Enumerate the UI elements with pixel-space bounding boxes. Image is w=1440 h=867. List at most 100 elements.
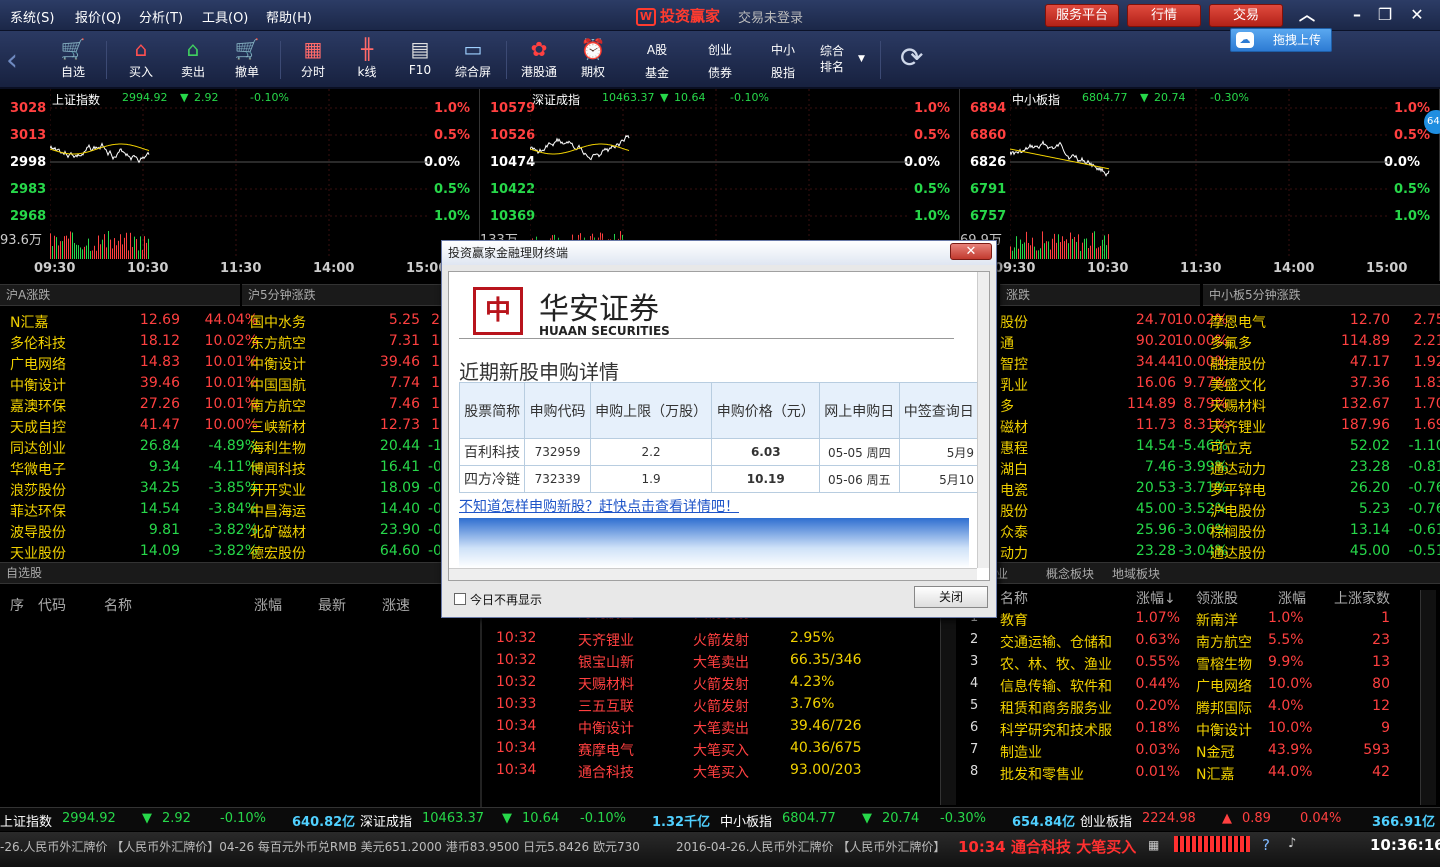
alert-row[interactable]: 10:34 通合科技 大笔买入 93.00/203 [496, 762, 936, 783]
list-item[interactable]: 通 90.20 10.00% [1000, 333, 1230, 354]
list-item[interactable]: 通达股份45.00-0.51% [1210, 543, 1440, 564]
ipo-help-link[interactable]: 不知道怎样申购新股？赶快点击查看详情吧！ [459, 496, 739, 516]
toolbar-composite[interactable]: ▭ 综合屏 [446, 37, 500, 85]
toolbar-ashare-fund[interactable]: A股 基金 [630, 39, 684, 85]
toolbar-cancel-order[interactable]: 🛒 撤单 [220, 37, 274, 85]
toolbar-intraday[interactable]: ▦ 分时 [286, 37, 340, 85]
minimize-icon[interactable]: – [1345, 4, 1369, 26]
list-item[interactable]: 摩恩电气12.702.75% [1210, 312, 1440, 333]
latest-alert[interactable]: 10:34 通合科技 大笔买入 [958, 836, 1136, 857]
toolbar-sme-index[interactable]: 中小 股指 [756, 39, 810, 85]
close-button[interactable]: 关闭 [914, 586, 988, 608]
index-panel-0[interactable]: 上证指数 2994.92 ▼ 2.92 -0.10% 3028 3013 2998 2983 29… [0, 89, 480, 281]
toolbar-sell[interactable]: ⌂ 卖出 [166, 37, 220, 85]
list-header-sh-a[interactable]: 沪A涨跌 [0, 284, 240, 306]
list-item[interactable]: 菲达环保 14.54 -3.84% [10, 501, 258, 522]
list-item[interactable]: 动力 23.28 -3.04% [1000, 543, 1230, 564]
list-item[interactable]: 智控 34.44 10.00% [1000, 354, 1230, 375]
sector-col-header[interactable]: 上涨家数 [1334, 588, 1390, 608]
list-item[interactable]: 多 114.89 8.79% [1000, 396, 1230, 417]
toolbar-options[interactable]: ⏰ 期权 [566, 37, 620, 85]
watchlist-header[interactable]: 自选股 [0, 562, 480, 584]
list-item[interactable]: 嘉澳环保 27.26 10.01% [10, 396, 258, 417]
list-item[interactable]: 波导股份 9.81 -3.82% [10, 522, 258, 543]
list-item[interactable]: 广电网络 14.83 10.01% [10, 354, 258, 375]
menu-help[interactable]: 帮助(H) [266, 7, 312, 26]
index-panel-2[interactable]: 中小板指 6804.77 ▼ 20.74 -0.30% 6894 6860 6826 6791 6… [960, 89, 1440, 281]
watch-col-header[interactable]: 最新 [318, 595, 346, 615]
watch-col-header[interactable]: 名称 [104, 595, 132, 615]
toolbar-hk-connect[interactable]: ✿ 港股通 [512, 37, 566, 85]
alerts-scrollbar[interactable] [940, 590, 956, 805]
list-item[interactable]: 电瓷 20.53 -3.71% [1000, 480, 1230, 501]
alert-row[interactable]: 10:32 天齐锂业 火箭发射 2.95% [496, 630, 936, 651]
list-item[interactable]: 众泰 25.96 -3.06% [1000, 522, 1230, 543]
list-item[interactable]: 罗平锌电26.20-0.76% [1210, 480, 1440, 501]
watch-col-header[interactable]: 涨幅 [254, 595, 282, 615]
sector-row[interactable]: 4 信息传输、软件和 0.44% 广电网络 10.0% 80 [970, 676, 1420, 697]
alert-row[interactable]: 10:32 银宝山新 大笔卖出 66.35/346 [496, 652, 936, 673]
list-item[interactable]: 天成自控 41.47 10.00% [10, 417, 258, 438]
sector-row[interactable]: 7 制造业 0.03% N金冠 43.9% 593 [970, 742, 1420, 763]
list-item[interactable]: 沪电股份5.23-0.76% [1210, 501, 1440, 522]
list-item[interactable]: 天齐锂业187.961.69% [1210, 417, 1440, 438]
sector-row[interactable]: 2 交通运输、仓储和 0.63% 南方航空 5.5% 23 [970, 632, 1420, 653]
watch-col-header[interactable]: 序 [10, 595, 24, 615]
sector-scrollbar[interactable] [1420, 590, 1436, 805]
help-icon[interactable]: ? [1262, 836, 1270, 854]
toolbar-watchlist[interactable]: 🛒 自选 [46, 37, 100, 85]
list-item[interactable]: 华微电子 9.34 -4.11% [10, 459, 258, 480]
service-platform-button[interactable]: 服务平台 [1045, 4, 1119, 27]
list-item[interactable]: 棕榈股份13.14-0.61% [1210, 522, 1440, 543]
list-item[interactable]: 湖白 7.46 -3.99% [1000, 459, 1230, 480]
toolbar-ranking[interactable]: 综合 排名 ▼ [820, 43, 870, 75]
toolbar-kline[interactable]: ╫ k线 [340, 37, 394, 85]
ticker-name[interactable]: 创业板指 [1080, 811, 1132, 830]
back-arrow-icon[interactable]: ‹ [6, 43, 18, 78]
list-item[interactable]: 浪莎股份 34.25 -3.85% [10, 480, 258, 501]
list-item[interactable]: 乳业 16.06 9.77% [1000, 375, 1230, 396]
list-item[interactable]: 天赐材料132.671.70% [1210, 396, 1440, 417]
dont-show-checkbox[interactable] [454, 593, 466, 605]
restore-icon[interactable]: ❐ [1373, 4, 1397, 26]
alert-row[interactable]: 10:33 三五互联 火箭发射 3.76% [496, 696, 936, 717]
sector-col-header[interactable]: 涨幅↓ [1136, 588, 1176, 608]
dialog-close-icon[interactable]: ✕ [950, 243, 992, 260]
list-item[interactable]: 股份 24.70 10.02% [1000, 312, 1230, 333]
quotes-button[interactable]: 行情 [1127, 4, 1201, 27]
tab-region[interactable]: 地域板块 [1106, 564, 1166, 584]
news-scroll[interactable]: -26.人民币外汇牌价 【人民币外汇牌价】04-26 每百元外币兑RMB 美元6… [0, 838, 640, 855]
list-item[interactable]: 惠程 14.54 -5.46% [1000, 438, 1230, 459]
drag-upload-button[interactable]: ☁ 拖拽上传 [1230, 28, 1332, 52]
toolbar-f10[interactable]: ▤ F10 [393, 37, 447, 85]
list-header-sme-5min[interactable]: 中小板5分钟涨跌 [1203, 284, 1440, 306]
alert-row[interactable]: 10:34 中衡设计 大笔卖出 39.46/726 [496, 718, 936, 739]
sector-row[interactable]: 6 科学研究和技术服 0.18% 中衡设计 10.0% 9 [970, 720, 1420, 741]
watch-col-header[interactable]: 代码 [38, 595, 66, 615]
tab-concept[interactable]: 概念板块 [1040, 564, 1100, 584]
sector-col-header[interactable]: 领涨股 [1196, 588, 1238, 608]
trade-button[interactable]: 交易 [1209, 4, 1283, 27]
sector-row[interactable]: 3 农、林、牧、渔业 0.55% 雪榕生物 9.9% 13 [970, 654, 1420, 675]
sector-col-header[interactable]: 涨幅 [1278, 588, 1306, 608]
list-item[interactable]: 通达动力23.28-0.81% [1210, 459, 1440, 480]
list-item[interactable]: 股份 45.00 -3.52% [1000, 501, 1230, 522]
horizontal-scrollbar[interactable] [449, 568, 977, 580]
ticker-name[interactable]: 深证成指 [360, 811, 412, 830]
toolbar-buy[interactable]: ⌂ 买入 [114, 37, 168, 85]
sector-col-header[interactable]: 名称 [1000, 588, 1028, 608]
list-item[interactable]: 美盛文化37.361.83% [1210, 375, 1440, 396]
sector-row[interactable]: 8 批发和零售业 0.01% N汇嘉 44.0% 42 [970, 764, 1420, 785]
sound-icon[interactable]: ♪ [1288, 836, 1296, 851]
calculator-icon[interactable]: ▦ [1148, 838, 1159, 852]
list-item[interactable]: 多氟多114.892.21% [1210, 333, 1440, 354]
menu-tools[interactable]: 工具(O) [202, 7, 248, 26]
vertical-scrollbar[interactable] [977, 272, 989, 568]
list-header-sme[interactable]: 涨跌 [1000, 284, 1200, 306]
menu-quote[interactable]: 报价(Q) [75, 7, 121, 26]
refresh-icon[interactable]: ⟳ [900, 41, 923, 74]
ticker-name[interactable]: 中小板指 [720, 811, 772, 830]
list-item[interactable]: 多伦科技 18.12 10.02% [10, 333, 258, 354]
list-item[interactable]: 融捷股份47.171.92% [1210, 354, 1440, 375]
list-item[interactable]: N汇嘉 12.69 44.04% [10, 312, 258, 333]
